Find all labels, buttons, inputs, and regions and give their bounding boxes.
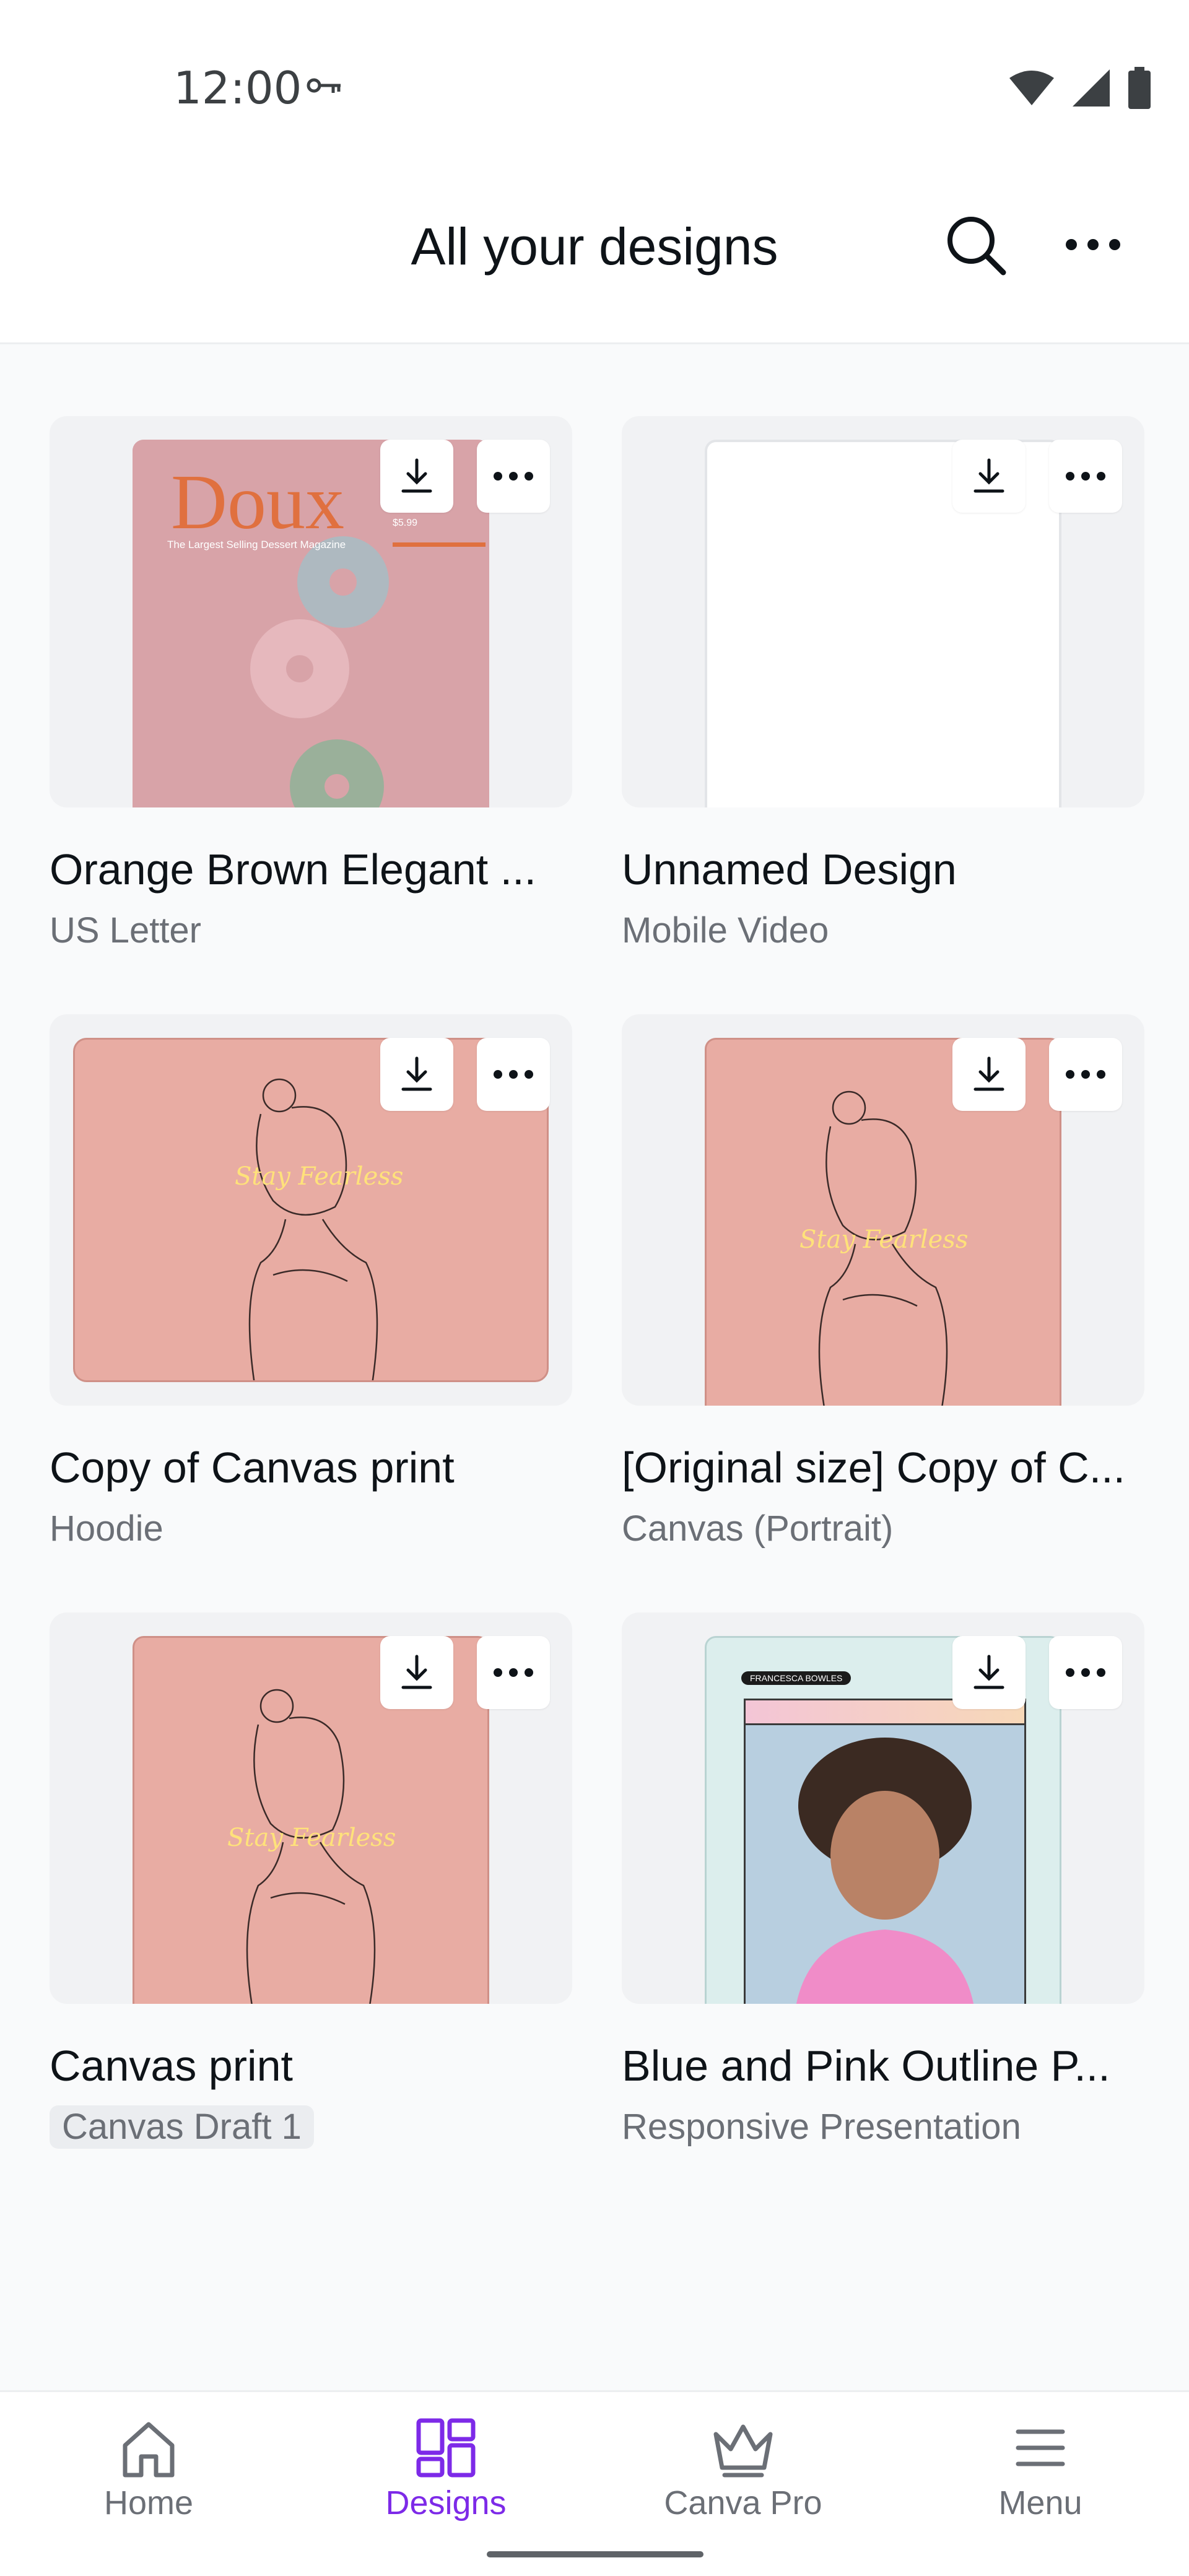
presenter-tag: FRANCESCA BOWLES xyxy=(741,1671,851,1685)
download-icon xyxy=(401,458,432,493)
smiling-woman-photo xyxy=(746,1725,1024,2004)
design-options-button[interactable] xyxy=(477,440,550,513)
design-options-button[interactable] xyxy=(1049,440,1122,513)
design-type: Canvas (Portrait) xyxy=(622,1508,894,1549)
design-card[interactable]: Doux The Largest Selling Dessert Magazin… xyxy=(50,416,572,1014)
design-name: [Original size] Copy of C... xyxy=(622,1443,1126,1492)
download-icon xyxy=(973,458,1004,493)
app-header: All your designs xyxy=(0,149,1189,344)
cover-title: Doux xyxy=(171,459,344,546)
script-text: Stay Fearless xyxy=(799,1225,969,1254)
nav-designs[interactable]: Designs xyxy=(297,2392,594,2541)
script-text: Stay Fearless xyxy=(235,1162,404,1191)
nav-home[interactable]: Home xyxy=(0,2392,297,2541)
download-button[interactable] xyxy=(380,1038,453,1111)
status-time: 12:00 xyxy=(173,62,302,114)
battery-icon xyxy=(1128,67,1151,109)
design-thumbnail[interactable] xyxy=(622,416,1144,807)
more-dots-icon xyxy=(494,1070,533,1079)
nav-label: Menu xyxy=(998,2484,1082,2522)
hamburger-menu-icon xyxy=(1016,2429,1065,2466)
design-thumbnail[interactable]: Stay Fearless xyxy=(50,1612,572,2004)
design-type: Hoodie xyxy=(50,1508,163,1549)
design-card[interactable]: FRANCESCA BOWLES Blue and Pink Outline P… xyxy=(622,1612,1144,2211)
design-name: Blue and Pink Outline P... xyxy=(622,2042,1110,2090)
nav-label: Home xyxy=(103,2484,194,2522)
nav-label: Designs xyxy=(385,2484,507,2522)
designs-grid-icon xyxy=(416,2418,476,2478)
search-icon[interactable] xyxy=(941,211,1009,279)
design-type: Mobile Video xyxy=(622,910,829,951)
download-button[interactable] xyxy=(952,1636,1026,1709)
design-name: Unnamed Design xyxy=(622,845,957,894)
design-type: Responsive Presentation xyxy=(622,2107,1021,2147)
download-button[interactable] xyxy=(380,1636,453,1709)
cover-price: $5.99 xyxy=(393,518,418,528)
design-card[interactable]: Stay Fearless Canvas print Canvas Draft … xyxy=(50,1612,572,2211)
nav-label: Canva Pro xyxy=(664,2484,822,2522)
more-dots-icon xyxy=(1066,472,1105,481)
design-card[interactable]: Stay Fearless Copy of Canvas print Hoodi… xyxy=(50,1014,572,1612)
design-thumbnail[interactable]: Stay Fearless xyxy=(50,1014,572,1406)
download-icon xyxy=(401,1056,432,1091)
design-name: Copy of Canvas print xyxy=(50,1443,455,1492)
status-icons xyxy=(1008,67,1152,109)
download-button[interactable] xyxy=(952,440,1026,513)
download-icon xyxy=(973,1655,1004,1689)
download-button[interactable] xyxy=(380,440,453,513)
nav-menu[interactable]: Menu xyxy=(892,2392,1189,2541)
design-card[interactable]: Unnamed Design Mobile Video xyxy=(622,416,1144,1014)
design-thumbnail[interactable]: Stay Fearless xyxy=(622,1014,1144,1406)
cellular-signal-icon xyxy=(1073,69,1110,107)
vpn-key-icon xyxy=(307,78,341,93)
draft-badge: Canvas Draft 1 xyxy=(50,2105,314,2149)
page-title: All your designs xyxy=(411,217,778,276)
script-text: Stay Fearless xyxy=(227,1824,396,1852)
status-bar: 12:00 xyxy=(0,0,1189,149)
more-dots-icon xyxy=(494,472,533,481)
screen: 12:00 All your designs Doux The Largest … xyxy=(0,0,1189,2576)
cover-subtitle: The Largest Selling Dessert Magazine xyxy=(167,539,346,550)
design-options-button[interactable] xyxy=(1049,1038,1122,1111)
design-thumbnail[interactable]: FRANCESCA BOWLES xyxy=(622,1612,1144,2004)
design-type: US Letter xyxy=(50,910,201,951)
design-options-button[interactable] xyxy=(477,1636,550,1709)
window-frame xyxy=(744,1699,1026,2004)
design-name: Orange Brown Elegant ... xyxy=(50,845,536,894)
gesture-handle[interactable] xyxy=(487,2551,703,2557)
more-dots-icon xyxy=(1066,1070,1105,1079)
design-card[interactable]: Stay Fearless [Original size] Copy of C.… xyxy=(622,1014,1144,1612)
more-dots-icon xyxy=(494,1668,533,1677)
design-name: Canvas print xyxy=(50,2042,293,2090)
more-dots-icon xyxy=(1066,1668,1105,1677)
crown-icon xyxy=(713,2424,773,2478)
designs-grid: Doux The Largest Selling Dessert Magazin… xyxy=(50,416,1144,2211)
wifi-icon xyxy=(1009,71,1054,105)
more-options-icon[interactable] xyxy=(1059,217,1127,272)
design-thumbnail[interactable]: Doux The Largest Selling Dessert Magazin… xyxy=(50,416,572,807)
home-icon xyxy=(123,2422,175,2478)
design-options-button[interactable] xyxy=(1049,1636,1122,1709)
download-button[interactable] xyxy=(952,1038,1026,1111)
nav-canva-pro[interactable]: Canva Pro xyxy=(594,2392,892,2541)
download-icon xyxy=(973,1056,1004,1091)
bottom-navigation: Home Designs Canva Pro Menu xyxy=(0,2390,1189,2576)
design-options-button[interactable] xyxy=(477,1038,550,1111)
download-icon xyxy=(401,1655,432,1689)
